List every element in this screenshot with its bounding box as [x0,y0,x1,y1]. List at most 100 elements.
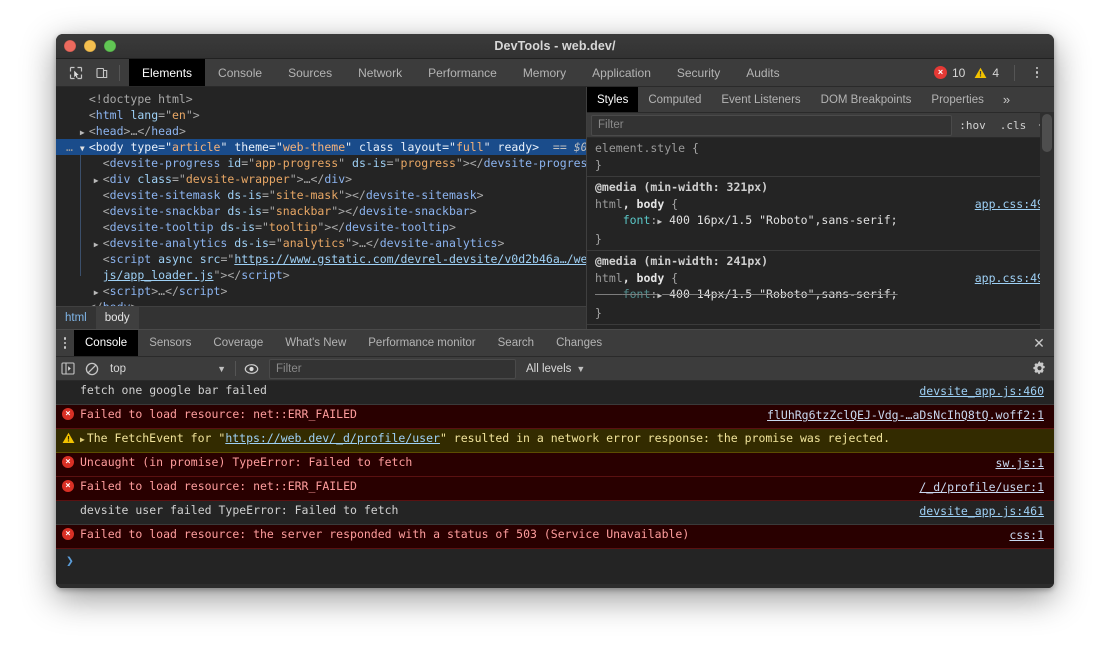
console-filter-input[interactable] [269,359,516,379]
drawer-tab-whats-new[interactable]: What's New [274,330,357,356]
console-message[interactable]: ×Uncaught (in promise) TypeError: Failed… [56,453,1054,477]
style-rule[interactable]: html, body {app.css:49 font:▶ 400 12px/1… [587,325,1054,329]
breadcrumb-item-body[interactable]: body [96,307,139,329]
drawer-menu-kebab-icon[interactable] [56,330,74,356]
tab-sources[interactable]: Sources [275,59,345,86]
console-message[interactable]: ×Failed to load resource: net::ERR_FAILE… [56,405,1054,429]
tab-computed[interactable]: Computed [638,87,711,112]
console-message[interactable]: ▶The FetchEvent for "https://web.dev/_d/… [56,429,1054,453]
tab-network[interactable]: Network [345,59,415,86]
error-circle-icon: × [56,455,80,468]
dom-tree-row[interactable]: <devsite-snackbar ds-is="snackbar"></dev… [56,203,586,219]
tab-styles[interactable]: Styles [587,87,638,112]
tab-memory[interactable]: Memory [510,59,579,86]
console-source-link[interactable]: /_d/profile/user:1 [919,480,1044,494]
tab-performance[interactable]: Performance [415,59,510,86]
console-source-link[interactable]: devsite_app.js:460 [919,384,1044,398]
style-rule[interactable]: element.style {} [587,138,1054,177]
dom-tree-row[interactable]: <!doctype html> [56,91,586,107]
dom-tree-row[interactable]: <devsite-progress id="app-progress" ds-i… [56,155,586,171]
dom-tree-row[interactable]: <script async src="https://www.gstatic.c… [56,251,586,267]
tab-properties[interactable]: Properties [921,87,993,112]
tab-security[interactable]: Security [664,59,733,86]
styles-sidebar: Styles Computed Event Listeners DOM Brea… [587,87,1054,329]
clear-console-icon[interactable] [80,357,104,380]
console-message[interactable]: ×Failed to load resource: net::ERR_FAILE… [56,477,1054,501]
expand-triangle-icon[interactable]: ▶ [80,435,85,444]
console-log-levels-select[interactable]: All levels ▼ [522,363,585,375]
console-message[interactable]: devsite user failed TypeError: Failed to… [56,501,1054,525]
tab-elements[interactable]: Elements [129,59,205,86]
tab-console[interactable]: Console [205,59,275,86]
drawer-tab-console[interactable]: Console [74,330,138,356]
console-source-link[interactable]: devsite_app.js:461 [919,504,1044,518]
drawer-tab-performance-monitor[interactable]: Performance monitor [357,330,486,356]
styles-scrollbar-thumb[interactable] [1042,114,1052,152]
main-menu-kebab-icon[interactable] [1026,67,1048,79]
drawer-tab-coverage[interactable]: Coverage [202,330,274,356]
breadcrumb: html body [56,306,586,329]
dom-tree-row[interactable]: ▶<head>…</head> [56,123,586,139]
chevron-right-overflow-icon[interactable]: » [994,87,1019,112]
style-rule[interactable]: @media (min-width: 321px)html, body {app… [587,177,1054,251]
window-titlebar: DevTools - web.dev/ [56,34,1054,59]
dom-tree-row[interactable]: js/app_loader.js"></script> [56,267,586,283]
console-message-text: Failed to load resource: net::ERR_FAILED [80,479,1046,493]
styles-rules-list[interactable]: element.style {}@media (min-width: 321px… [587,138,1054,329]
style-source-link[interactable]: app.css:49 [975,196,1044,213]
rule-selector-line[interactable]: html, body {app.css:49 [587,196,1054,213]
execution-context-select[interactable]: top ▼ [104,357,232,380]
console-message[interactable]: ×Failed to load resource: the server res… [56,525,1054,549]
maximize-window-button[interactable] [104,40,116,52]
console-sidebar-icon[interactable] [56,357,80,380]
minimize-window-button[interactable] [84,40,96,52]
rule-selector-line[interactable]: html, body {app.css:49 [587,270,1054,287]
console-inline-link[interactable]: https://web.dev/_d/profile/user [225,431,440,445]
inspect-element-icon[interactable] [64,62,88,84]
drawer-tab-changes[interactable]: Changes [545,330,613,356]
dom-tree-row[interactable]: <devsite-tooltip ds-is="tooltip"></devsi… [56,219,586,235]
style-rule[interactable]: @media (min-width: 241px)html, body {app… [587,251,1054,325]
close-icon[interactable]: ✕ [1024,330,1054,356]
toggle-pseudo-hover-button[interactable]: :hov [952,119,993,132]
dom-tree-row[interactable]: <html lang="en"> [56,107,586,123]
device-toolbar-icon[interactable] [90,62,114,84]
console-prompt-chevron-icon: ❯ [66,554,74,569]
issue-counters[interactable]: × 10 4 [934,59,1054,86]
console-message-list[interactable]: fetch one google bar faileddevsite_app.j… [56,381,1054,549]
tab-application[interactable]: Application [579,59,664,86]
dom-tree-row[interactable]: ▶<devsite-analytics ds-is="analytics">…<… [56,235,586,251]
rule-selector-line[interactable]: element.style { [587,140,1054,157]
console-message[interactable]: fetch one google bar faileddevsite_app.j… [56,381,1054,405]
style-source-link[interactable]: app.css:49 [975,270,1044,287]
tab-event-listeners[interactable]: Event Listeners [711,87,810,112]
rule-selector-line[interactable]: html, body {app.css:49 [587,327,1054,329]
style-source-link[interactable]: app.css:49 [975,327,1044,329]
console-prompt[interactable]: ❯ [56,549,1054,584]
tab-audits[interactable]: Audits [733,59,792,86]
gear-icon[interactable] [1024,361,1054,376]
style-declaration[interactable]: font:▶ 400 16px/1.5 "Roboto",sans-serif; [587,212,1054,231]
tab-dom-breakpoints[interactable]: DOM Breakpoints [811,87,922,112]
styles-scrollbar[interactable] [1040,112,1054,329]
dom-tree-row[interactable]: </body> [56,299,586,306]
window-traffic-lights [64,34,116,58]
close-window-button[interactable] [64,40,76,52]
console-message-text: ▶The FetchEvent for "https://web.dev/_d/… [80,431,1046,445]
warning-triangle-icon [56,431,80,444]
console-source-link[interactable]: sw.js:1 [996,456,1044,470]
drawer-tab-sensors[interactable]: Sensors [138,330,202,356]
styles-filter-input[interactable] [591,115,952,136]
dom-tree-row[interactable]: <devsite-sitemask ds-is="site-mask"></de… [56,187,586,203]
breadcrumb-item-html[interactable]: html [56,307,96,329]
dom-tree-row[interactable]: … ▼<body type="article" theme="web-theme… [56,139,586,155]
console-source-link[interactable]: flUhRg6tzZclQEJ-Vdg-…aDsNcIhQ8tQ.woff2:1 [767,408,1044,422]
style-declaration[interactable]: font:▶ 400 14px/1.5 "Roboto",sans-serif; [587,286,1054,305]
dom-tree[interactable]: <!doctype html> <html lang="en"> ▶<head>… [56,87,586,306]
live-expression-eye-icon[interactable] [239,357,263,380]
dom-tree-row[interactable]: ▶<script>…</script> [56,283,586,299]
dom-tree-row[interactable]: ▶<div class="devsite-wrapper">…</div> [56,171,586,187]
drawer-tab-search[interactable]: Search [487,330,545,356]
toggle-class-button[interactable]: .cls [993,119,1034,132]
console-source-link[interactable]: css:1 [1009,528,1044,542]
